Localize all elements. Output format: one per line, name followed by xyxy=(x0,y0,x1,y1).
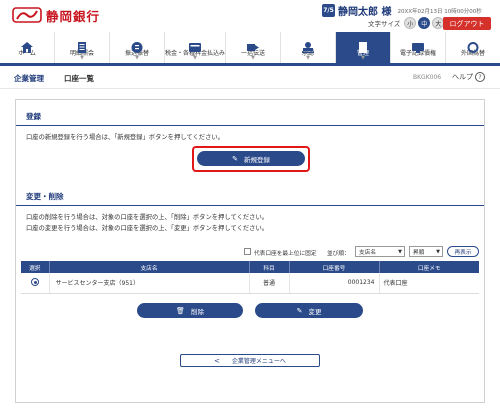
bank-logo[interactable]: 静岡銀行 xyxy=(12,5,100,25)
nav-item-transfer[interactable]: 振込振替 ▼ xyxy=(110,32,165,63)
sort-order-select[interactable]: 昇順 ▼ xyxy=(409,246,443,257)
chevron-down-icon: ▼ xyxy=(306,55,310,61)
account-number-cell: 0001234 xyxy=(289,273,380,294)
select-cell xyxy=(21,273,50,294)
register-section-title: 登録 xyxy=(16,108,484,126)
list-controls: 代表口座を最上位に固定 並び順： 支店名 ▼ 昇順 ▼ 再表示 xyxy=(16,245,484,259)
logout-button[interactable]: ログアウト xyxy=(443,17,491,30)
column-header-memo: 口座メモ xyxy=(379,261,479,273)
statement-icon xyxy=(76,38,88,53)
edit-section-title: 変更・削除 xyxy=(16,188,484,206)
column-header-account-number: 口座番号 xyxy=(289,261,380,273)
chevron-down-icon: ▼ xyxy=(193,55,197,61)
branch-cell: サービスセンター支店（951） xyxy=(49,273,250,294)
change-button[interactable]: ✎ 変更 xyxy=(255,303,363,318)
pencil-icon: ✎ xyxy=(296,306,303,315)
nav-item-foreign-exchange[interactable]: 外国為替 xyxy=(446,32,500,63)
chevron-down-icon: ▼ xyxy=(361,55,365,61)
transfer-icon xyxy=(131,38,143,53)
register-description: 口座の新規登録を行う場合は、「新規登録」ボタンを押してください。 xyxy=(26,134,224,141)
nav-item-tax-payment[interactable]: 税金・各種料金払込み ▼ xyxy=(165,32,227,63)
screen-id: BKGK006 xyxy=(413,74,442,81)
nav-item-batch[interactable]: 一括伝送 ▼ xyxy=(226,32,282,63)
help-label: ヘルプ xyxy=(452,73,473,81)
chevron-left-icon: < xyxy=(214,356,220,365)
user-info: 7/5 静岡太郎 様 20XX年02月13日 10時00分00秒 xyxy=(322,3,482,18)
pin-representative-checkbox[interactable] xyxy=(244,248,251,255)
global-nav: ホーム 明細照会 ▼ 振込振替 ▼ 税金・各種料金払込み ▼ 一括伝送 ▼ 承認… xyxy=(0,32,500,66)
back-label: 企業管理メニューへ xyxy=(231,358,286,365)
admin-icon xyxy=(357,38,369,53)
sort-field-select[interactable]: 支店名 ▼ xyxy=(355,246,405,257)
column-header-select: 選択 xyxy=(21,261,50,273)
bank-logo-mark-icon xyxy=(12,5,42,25)
sort-field-value: 支店名 xyxy=(359,250,377,256)
delete-label: 削除 xyxy=(190,307,204,316)
new-register-button[interactable]: ✎ 新規登録 xyxy=(197,151,305,166)
batch-transmission-icon xyxy=(247,38,260,51)
pin-representative-label: 代表口座を最上位に固定 xyxy=(254,251,317,257)
account-radio[interactable] xyxy=(30,277,39,286)
font-size-label: 文字サイズ xyxy=(368,20,401,28)
subject-cell: 普通 xyxy=(249,273,290,294)
font-size-medium-button[interactable]: 中 xyxy=(418,17,431,29)
question-icon: ? xyxy=(475,72,485,82)
new-register-label: 新規登録 xyxy=(243,155,270,164)
nav-item-admin[interactable]: 管理 ▼ xyxy=(336,32,392,63)
nav-item-home[interactable]: ホーム xyxy=(0,32,55,63)
page-title: 口座一覧 xyxy=(64,74,94,83)
memo-cell: 代表口座 xyxy=(379,273,479,294)
nav-item-statement[interactable]: 明細照会 ▼ xyxy=(55,32,110,63)
delete-button[interactable]: 🗑 削除 xyxy=(137,303,243,318)
foreign-exchange-icon xyxy=(467,38,479,53)
change-label: 変更 xyxy=(308,307,322,316)
page-subheader: 企業管理 口座一覧 BKGK006 ヘルプ ? xyxy=(0,67,500,89)
back-to-admin-menu-button[interactable]: < 企業管理メニューへ xyxy=(180,354,320,367)
column-header-subject: 科目 xyxy=(249,261,290,273)
help-link[interactable]: ヘルプ ? xyxy=(452,72,485,82)
change-description: 口座の変更を行う場合は、対象の口座を選択の上、「変更」ボタンを押してください。 xyxy=(26,225,269,232)
user-badge-icon: 7/5 xyxy=(322,4,335,17)
chevron-down-icon: ▼ xyxy=(436,249,440,255)
table-row[interactable]: サービスセンター支店（951） 普通 0001234 代表口座 xyxy=(21,273,479,294)
sort-label: 並び順： xyxy=(327,251,350,257)
chevron-down-icon: ▼ xyxy=(251,55,255,61)
account-table: 選択 支店名 科目 口座番号 口座メモ サービスセンター支店（951） 普通 0… xyxy=(21,261,479,294)
login-timestamp: 20XX年02月13日 10時00分00秒 xyxy=(397,8,482,15)
chevron-down-icon: ▼ xyxy=(80,55,84,61)
sort-order-value: 昇順 xyxy=(413,250,425,256)
nav-item-electronic-receivables[interactable]: 電子記録債権 xyxy=(391,32,447,63)
trash-icon: 🗑 xyxy=(176,306,185,315)
delete-description: 口座の削除を行う場合は、対象の口座を選択の上、「削除」ボタンを押してください。 xyxy=(26,214,269,221)
top-bar: 静岡銀行 7/5 静岡太郎 様 20XX年02月13日 10時00分00秒 文字… xyxy=(0,0,500,30)
home-icon xyxy=(21,38,33,53)
chevron-down-icon: ▼ xyxy=(398,249,402,255)
column-header-branch: 支店名 xyxy=(49,261,250,273)
pencil-icon: ✎ xyxy=(232,154,238,163)
table-header-row: 選択 支店名 科目 口座番号 口座メモ xyxy=(21,261,479,273)
bank-name: 静岡銀行 xyxy=(46,8,101,24)
electronic-receivables-icon xyxy=(412,38,425,53)
font-size-switcher: 文字サイズ 小 中 大 xyxy=(368,17,446,29)
font-size-small-button[interactable]: 小 xyxy=(404,17,417,29)
approval-icon xyxy=(302,38,315,53)
redisplay-button[interactable]: 再表示 xyxy=(447,246,479,257)
chevron-down-icon: ▼ xyxy=(135,55,139,61)
breadcrumb-section: 企業管理 xyxy=(14,74,44,83)
user-name: 静岡太郎 様 xyxy=(338,7,392,18)
tax-payment-icon xyxy=(189,38,201,52)
nav-item-approval[interactable]: 承認 ▼ xyxy=(281,32,337,63)
